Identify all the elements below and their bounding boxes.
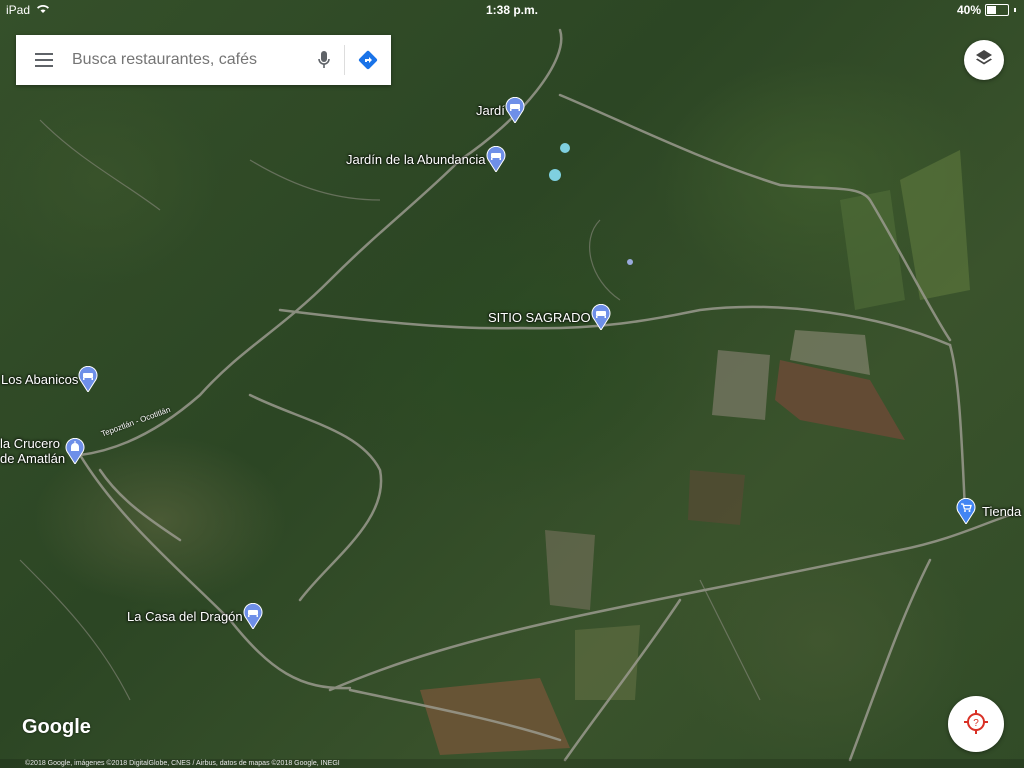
place-label-line-2: de Amatlán xyxy=(0,451,66,466)
microphone-icon[interactable] xyxy=(304,35,344,85)
place-marker[interactable]: Jardí xyxy=(476,96,525,124)
battery-tip xyxy=(1014,8,1016,12)
hotel-icon xyxy=(591,303,611,331)
svg-text:?: ? xyxy=(973,718,979,729)
help-icon: ? xyxy=(963,709,989,740)
road xyxy=(98,468,182,542)
path xyxy=(39,119,161,211)
place-marker[interactable]: Jardín de la Abundancia xyxy=(346,145,506,173)
place-label: Jardín de la Abundancia xyxy=(346,151,486,167)
place-label: la Crucero de Amatlán xyxy=(0,436,65,466)
status-time: 1:38 p.m. xyxy=(485,3,539,17)
search-input[interactable] xyxy=(72,45,304,75)
hotel-icon xyxy=(78,365,98,393)
hotel-icon xyxy=(243,602,263,630)
menu-icon[interactable] xyxy=(16,35,72,85)
status-bar: iPad 1:38 p.m. 40% xyxy=(0,0,1024,20)
place-marker[interactable]: Tienda xyxy=(956,497,1022,525)
road xyxy=(948,343,967,512)
place-label: Los Abanicos xyxy=(1,371,79,387)
google-logo: Google xyxy=(22,716,91,738)
pool xyxy=(560,143,570,153)
road xyxy=(78,453,352,690)
mosque-icon xyxy=(65,437,85,465)
battery-level xyxy=(987,6,996,14)
place-marker[interactable]: SITIO SAGRADO xyxy=(488,303,611,331)
road xyxy=(78,28,563,457)
field xyxy=(712,350,770,420)
directions-icon[interactable] xyxy=(345,35,391,85)
shopping-cart-icon xyxy=(956,497,976,525)
place-marker[interactable]: Los Abanicos xyxy=(1,365,98,393)
map-attribution[interactable]: ©2018 Google, imágenes ©2018 DigitalGlob… xyxy=(0,759,1024,768)
field xyxy=(545,530,595,610)
layers-icon xyxy=(974,48,994,73)
path xyxy=(589,219,621,301)
layers-button[interactable] xyxy=(964,40,1004,80)
road xyxy=(328,513,1012,692)
field xyxy=(840,190,905,310)
battery-percent: 40% xyxy=(956,3,981,17)
place-label: Jardí xyxy=(476,102,505,118)
road xyxy=(848,558,932,762)
hotel-icon xyxy=(505,96,525,124)
path xyxy=(699,579,761,701)
battery-icon xyxy=(985,4,1009,16)
place-marker[interactable]: la Crucero de Amatlán xyxy=(0,436,85,466)
search-box xyxy=(16,35,391,85)
path xyxy=(19,559,131,701)
help-button[interactable]: ? xyxy=(948,696,1004,752)
pool xyxy=(549,169,561,181)
field xyxy=(775,360,905,440)
place-label: Tienda xyxy=(982,503,1022,519)
place-label-line-1: la Crucero xyxy=(0,436,60,451)
field xyxy=(575,625,640,700)
place-label: La Casa del Dragón xyxy=(127,608,243,624)
field xyxy=(900,150,970,300)
road xyxy=(248,393,383,602)
hotel-icon xyxy=(486,145,506,173)
field xyxy=(688,470,745,525)
place-label: SITIO SAGRADO xyxy=(488,309,591,325)
pool xyxy=(627,259,633,265)
field xyxy=(420,678,570,755)
place-marker[interactable]: La Casa del Dragón xyxy=(127,602,263,630)
